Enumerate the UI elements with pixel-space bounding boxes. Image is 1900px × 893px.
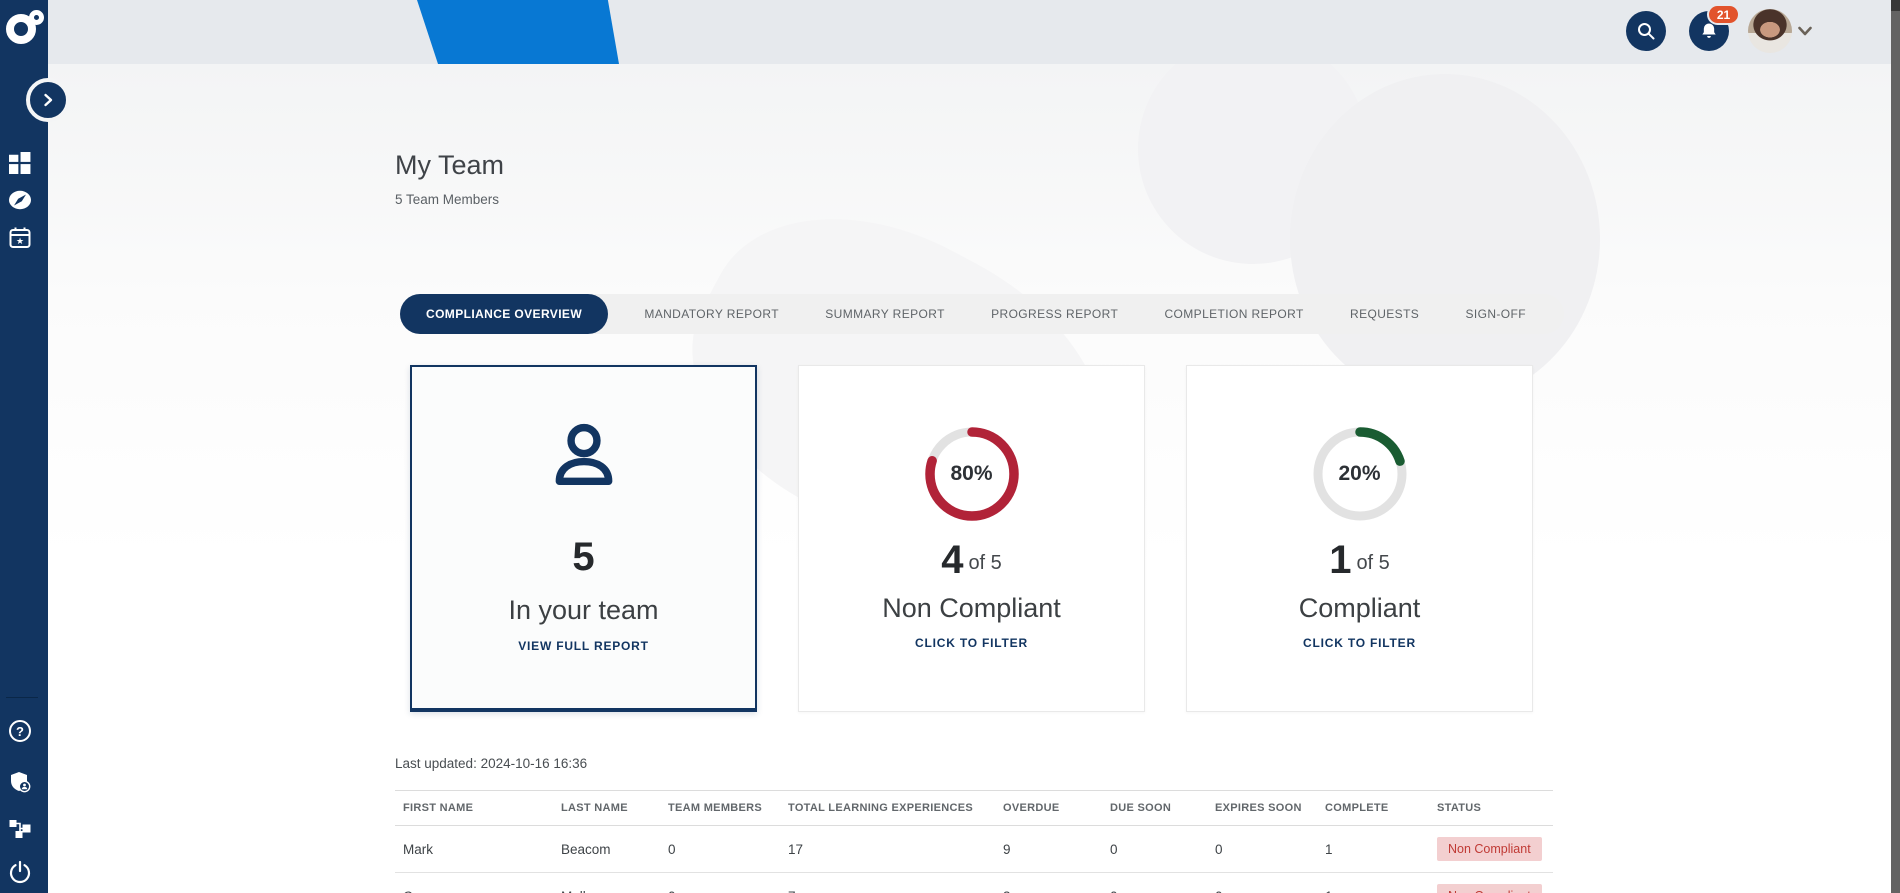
cell-status: Non Compliant	[1429, 826, 1553, 873]
cell-last-name: Mullan	[553, 873, 660, 893]
status-badge: Non Compliant	[1437, 837, 1542, 861]
compliant-donut: 20%	[1308, 422, 1412, 526]
col-first-name: FIRST NAME	[395, 791, 553, 826]
svg-text:★: ★	[16, 236, 24, 246]
col-overdue: OVERDUE	[995, 791, 1102, 826]
count-value: 1	[1329, 538, 1351, 582]
sidebar-item-explore[interactable]	[8, 188, 32, 212]
summary-cards: 5 In your team VIEW FULL REPORT 80% 4of …	[410, 365, 1533, 712]
card-label: Compliant	[1187, 593, 1532, 624]
report-tabs: COMPLIANCE OVERVIEW MANDATORY REPORT SUM…	[400, 294, 1564, 334]
app-window: ★ ?	[0, 0, 1900, 893]
tab-summary-report[interactable]: SUMMARY REPORT	[815, 307, 955, 321]
col-due-soon: DUE SOON	[1102, 791, 1207, 826]
col-last-name: LAST NAME	[553, 791, 660, 826]
col-status: STATUS	[1429, 791, 1553, 826]
cell-expires-soon-link[interactable]: 0	[1207, 826, 1317, 873]
cell-due-soon-link[interactable]: 0	[1102, 826, 1207, 873]
svg-text:?: ?	[16, 724, 24, 739]
tab-progress-report[interactable]: PROGRESS REPORT	[981, 307, 1128, 321]
sidebar-item-events[interactable]: ★	[8, 226, 32, 250]
user-avatar[interactable]	[1748, 9, 1792, 53]
decorative-blob	[1290, 74, 1600, 404]
card-label: Non Compliant	[799, 593, 1144, 624]
percent-label: 80%	[920, 462, 1024, 486]
top-header	[48, 0, 1900, 64]
card-non-compliant[interactable]: 80% 4of 5 Non Compliant CLICK TO FILTER	[798, 365, 1145, 712]
count-line: 4of 5	[799, 538, 1144, 583]
card-label: In your team	[412, 595, 755, 626]
table-row[interactable]: Conor Mullan 0 7 3 0 0 1 Non Compliant	[395, 873, 1553, 893]
sidebar: ★ ?	[0, 0, 48, 893]
cell-complete: 1	[1317, 826, 1429, 873]
power-icon	[8, 860, 32, 884]
tab-completion-report[interactable]: COMPLETION REPORT	[1154, 307, 1313, 321]
dashboard-icon	[9, 152, 31, 174]
chevron-right-icon	[41, 93, 55, 107]
non-compliant-donut: 80%	[920, 422, 1024, 526]
scrollbar-top-cap	[1891, 0, 1900, 11]
view-full-report-link[interactable]: VIEW FULL REPORT	[412, 639, 755, 653]
cell-first-name: Mark	[395, 826, 553, 873]
sidebar-item-help[interactable]: ?	[8, 719, 32, 743]
header-accent-shape	[417, 0, 619, 64]
col-team-members: TEAM MEMBERS	[660, 791, 780, 826]
page-title: My Team	[395, 150, 504, 181]
page-subtitle: 5 Team Members	[395, 192, 499, 207]
tab-mandatory-report[interactable]: MANDATORY REPORT	[634, 307, 789, 321]
col-expires-soon: EXPIRES SOON	[1207, 791, 1317, 826]
cell-team-members: 0	[660, 826, 780, 873]
cell-first-name: Conor	[395, 873, 553, 893]
compliance-table: FIRST NAME LAST NAME TEAM MEMBERS TOTAL …	[395, 790, 1553, 893]
table-header-row: FIRST NAME LAST NAME TEAM MEMBERS TOTAL …	[395, 791, 1553, 826]
table-row[interactable]: Mark Beacom 0 17 9 0 0 1 Non Compliant	[395, 826, 1553, 873]
tab-compliance-overview[interactable]: COMPLIANCE OVERVIEW	[400, 294, 608, 334]
click-to-filter-link[interactable]: CLICK TO FILTER	[799, 636, 1144, 650]
search-icon	[1636, 21, 1656, 41]
chevron-down-icon	[1796, 22, 1814, 40]
col-total-learning-experiences: TOTAL LEARNING EXPERIENCES	[780, 791, 995, 826]
cell-overdue-link[interactable]: 9	[995, 826, 1102, 873]
help-icon: ?	[8, 719, 32, 743]
logo-ring-small	[29, 10, 44, 25]
count-line: 1of 5	[1187, 538, 1532, 583]
explore-compass-icon	[8, 188, 32, 212]
cell-expires-soon-link[interactable]: 0	[1207, 873, 1317, 893]
percent-label: 20%	[1308, 462, 1412, 486]
last-updated-text: Last updated: 2024-10-16 16:36	[395, 756, 587, 771]
sidebar-item-logout[interactable]	[8, 860, 32, 884]
cell-due-soon-link[interactable]: 0	[1102, 873, 1207, 893]
calendar-icon: ★	[9, 227, 31, 249]
expand-sidebar-button[interactable]	[26, 78, 70, 122]
cell-complete: 1	[1317, 873, 1429, 893]
main-content: My Team 5 Team Members COMPLIANCE OVERVI…	[48, 64, 1891, 893]
learnupon-logo[interactable]	[4, 8, 46, 48]
person-icon	[412, 419, 755, 493]
tab-sign-off[interactable]: SIGN-OFF	[1455, 307, 1536, 321]
card-in-your-team[interactable]: 5 In your team VIEW FULL REPORT	[410, 365, 757, 712]
cell-team-members: 0	[660, 873, 780, 893]
team-count: 5	[412, 535, 755, 580]
admin-shield-icon	[9, 771, 32, 794]
notification-count-badge: 21	[1707, 4, 1740, 25]
vertical-scrollbar[interactable]	[1891, 0, 1900, 893]
cell-total: 17	[780, 826, 995, 873]
click-to-filter-link[interactable]: CLICK TO FILTER	[1187, 636, 1532, 650]
col-complete: COMPLETE	[1317, 791, 1429, 826]
sidebar-item-dashboard[interactable]	[8, 151, 32, 175]
sidebar-divider	[6, 697, 38, 698]
count-value: 4	[941, 538, 963, 582]
status-badge: Non Compliant	[1437, 884, 1542, 893]
search-button[interactable]	[1626, 11, 1666, 51]
cell-last-name: Beacom	[553, 826, 660, 873]
cell-status: Non Compliant	[1429, 873, 1553, 893]
cell-overdue-link[interactable]: 3	[995, 873, 1102, 893]
sidebar-item-sitemap[interactable]	[8, 816, 32, 840]
sitemap-icon	[9, 817, 31, 839]
tab-requests[interactable]: REQUESTS	[1340, 307, 1429, 321]
sidebar-item-admin[interactable]	[8, 770, 32, 794]
profile-menu-button[interactable]	[1796, 22, 1814, 40]
cell-total: 7	[780, 873, 995, 893]
card-compliant[interactable]: 20% 1of 5 Compliant CLICK TO FILTER	[1186, 365, 1533, 712]
